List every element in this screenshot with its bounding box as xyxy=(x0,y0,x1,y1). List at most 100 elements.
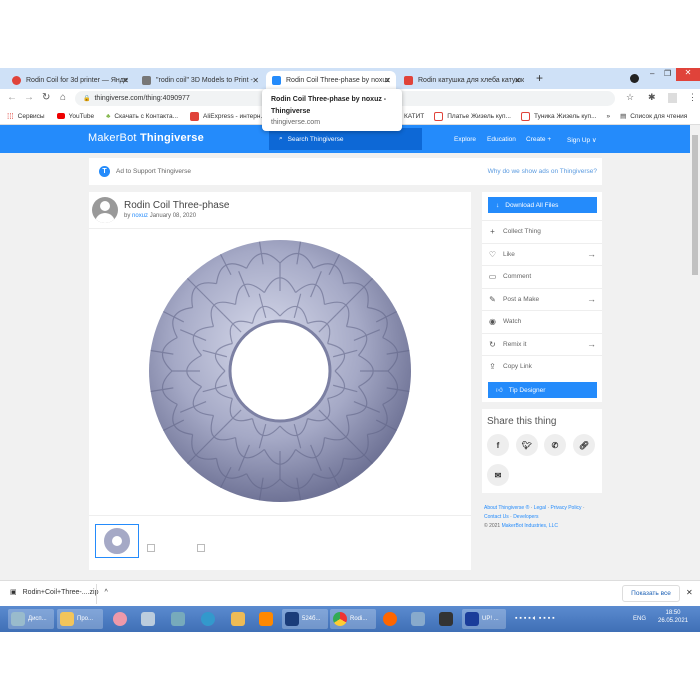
reading-list[interactable]: ▤ Список для чтения xyxy=(620,112,687,121)
close-icon[interactable]: ✕ xyxy=(514,76,521,85)
developers-link[interactable]: Developers xyxy=(513,514,538,520)
tab-4[interactable]: Rodin катушка для хлеба катушк ✕ xyxy=(398,71,526,89)
bookmark-aliexpress[interactable]: AliExpress - интерн... xyxy=(190,111,266,121)
folder-icon xyxy=(60,612,74,626)
scrollbar[interactable] xyxy=(690,125,700,580)
company-link[interactable]: MakerBot Industries, LLC xyxy=(502,523,558,529)
thumbnail-1[interactable] xyxy=(95,524,139,558)
comment-icon: ▭ xyxy=(488,272,497,282)
bookmark-katit[interactable]: КАТИТ xyxy=(404,113,424,120)
action-comment[interactable]: ▭ Comment xyxy=(482,265,602,288)
about-link[interactable]: About Thingiverse ® xyxy=(484,505,529,511)
new-tab-button[interactable]: + xyxy=(536,71,543,85)
nav-create[interactable]: Create + xyxy=(526,136,551,143)
thumbnail-2[interactable] xyxy=(147,544,155,552)
bookmarks-overflow[interactable]: » xyxy=(607,113,611,120)
search-icon: ⌕ xyxy=(279,135,283,142)
close-icon[interactable]: ✕ xyxy=(122,76,129,85)
action-copy-link[interactable]: ⇪ Copy Link xyxy=(482,355,602,378)
bookmark-vk[interactable]: ♣ Скачать с Контакта... xyxy=(106,113,178,120)
back-icon[interactable]: ← xyxy=(7,92,17,103)
bookmark-apps[interactable]: ⁞⁞⁞ Сервисы xyxy=(7,112,45,121)
action-remix-it[interactable]: ↻ Remix it → xyxy=(482,332,602,356)
taskbar-item-1[interactable]: Дисп... xyxy=(8,609,54,629)
bookmark-dress[interactable]: Платье Жизель куп... xyxy=(434,111,511,121)
firefox-icon[interactable] xyxy=(380,609,400,629)
chevron-up-icon[interactable]: ^ xyxy=(105,589,108,596)
avatar[interactable] xyxy=(92,197,118,223)
nav-sign-up[interactable]: Sign Up ∨ xyxy=(567,136,597,144)
action-like[interactable]: ♡ Like → xyxy=(482,242,602,266)
site-icon xyxy=(142,75,151,85)
twitter-icon: 🐦︎ xyxy=(521,440,533,450)
maximize-button[interactable]: ❐ xyxy=(664,69,671,78)
search-input[interactable]: ⌕ Search Thingiverse xyxy=(269,128,422,150)
taskbar-item-2[interactable]: Про... xyxy=(57,609,103,629)
profile-icon[interactable] xyxy=(630,74,639,83)
thumbnail-3[interactable] xyxy=(197,544,205,552)
tab-2[interactable]: "rodin coil" 3D Models to Print - ✕ xyxy=(136,71,264,89)
app-icon xyxy=(11,612,25,626)
media-player-icon[interactable] xyxy=(436,609,456,629)
chrome-icon xyxy=(333,612,347,626)
menu-icon[interactable]: ⋮ xyxy=(688,92,697,103)
show-all-button[interactable]: Показать все xyxy=(622,585,680,602)
yandex-icon xyxy=(12,75,21,85)
contact-link[interactable]: Contact Us xyxy=(484,514,509,520)
download-all-button[interactable]: ↓ Download All Files xyxy=(488,197,597,213)
tab-3[interactable]: Rodin Coil Three-phase by noxuz ✕ xyxy=(266,71,396,89)
reload-icon[interactable]: ↻ xyxy=(42,92,50,103)
facebook-share-button[interactable]: f xyxy=(487,434,509,456)
action-collect-thing[interactable]: + Collect Thing xyxy=(482,220,602,243)
tab-tooltip: Rodin Coil Three-phase by noxuz - Thingi… xyxy=(262,89,402,131)
bookmark-youtube[interactable]: YouTube xyxy=(56,113,94,120)
tab-1[interactable]: Rodin Coil for 3d printer — Янде ✕ xyxy=(6,71,134,89)
plus-icon: + xyxy=(490,227,495,237)
home-icon[interactable]: ⌂ xyxy=(60,92,66,103)
computer-icon[interactable] xyxy=(408,609,428,629)
bookmark-tunic[interactable]: Туника Жизель куп... xyxy=(520,111,597,121)
extensions-icon[interactable]: ✱ xyxy=(648,92,656,103)
whatsapp-share-button[interactable]: ✆ xyxy=(544,434,566,456)
tip-designer-button[interactable]: 👍︎ Tip Designer xyxy=(488,382,597,398)
thing-card: Rodin Coil Three-phase by noxuz January … xyxy=(89,192,471,570)
download-item[interactable]: ▣ Rodin+Coil+Three-....zip ^ xyxy=(10,588,108,597)
close-icon[interactable]: ✕ xyxy=(252,76,259,85)
quicktime-icon[interactable] xyxy=(198,609,218,629)
taskbar-item-chrome[interactable]: Rodi... xyxy=(330,609,376,629)
tray-icons[interactable]: ▪ ▪ ▪ ▪ 🔈︎ ▪ ▪ ▪ ▪ xyxy=(512,609,558,629)
privacy-link[interactable]: Privacy Policy xyxy=(550,505,581,511)
ad-info-link[interactable]: Why do we show ads on Thingiverse? xyxy=(488,168,597,175)
minimize-button[interactable]: – xyxy=(650,69,654,78)
action-watch[interactable]: ◉ Watch xyxy=(482,310,602,333)
close-window-button[interactable]: ✕ xyxy=(676,68,700,81)
nav-education[interactable]: Education xyxy=(487,136,516,143)
tool-icon[interactable] xyxy=(228,609,248,629)
main-image[interactable] xyxy=(89,228,471,516)
taskbar-item-up[interactable]: UP! ... xyxy=(462,609,506,629)
paint-icon[interactable] xyxy=(110,609,130,629)
legal-link[interactable]: Legal xyxy=(534,505,546,511)
whatsapp-icon: ✆ xyxy=(551,440,559,450)
star-icon[interactable]: ☆ xyxy=(626,92,634,103)
email-share-button[interactable]: ✉ xyxy=(487,464,509,486)
copy-link-share-button[interactable]: 🔗︎ xyxy=(573,434,595,456)
clock[interactable]: 18:50 26.05.2021 xyxy=(655,609,691,629)
forward-icon[interactable]: → xyxy=(24,92,34,103)
nav-explore[interactable]: Explore xyxy=(454,136,476,143)
calculator-icon[interactable] xyxy=(138,609,158,629)
notepad-icon[interactable] xyxy=(168,609,188,629)
taskbar-item-3[interactable]: 524б... xyxy=(282,609,328,629)
language-indicator[interactable]: ENG xyxy=(630,609,649,629)
twitter-share-button[interactable]: 🐦︎ xyxy=(516,434,538,456)
lock-icon: 🔒 xyxy=(83,96,91,102)
extension-icon[interactable] xyxy=(668,93,677,103)
eye-icon: ◉ xyxy=(489,317,496,327)
player-icon[interactable] xyxy=(256,609,276,629)
logo[interactable]: MakerBot Thingiverse xyxy=(88,132,204,144)
close-icon[interactable]: ✕ xyxy=(384,76,391,85)
close-icon[interactable]: ✕ xyxy=(686,588,693,597)
author-link[interactable]: noxuz xyxy=(132,213,148,219)
app-icon xyxy=(285,612,299,626)
action-post-a-make[interactable]: ✎ Post a Make → xyxy=(482,287,602,311)
